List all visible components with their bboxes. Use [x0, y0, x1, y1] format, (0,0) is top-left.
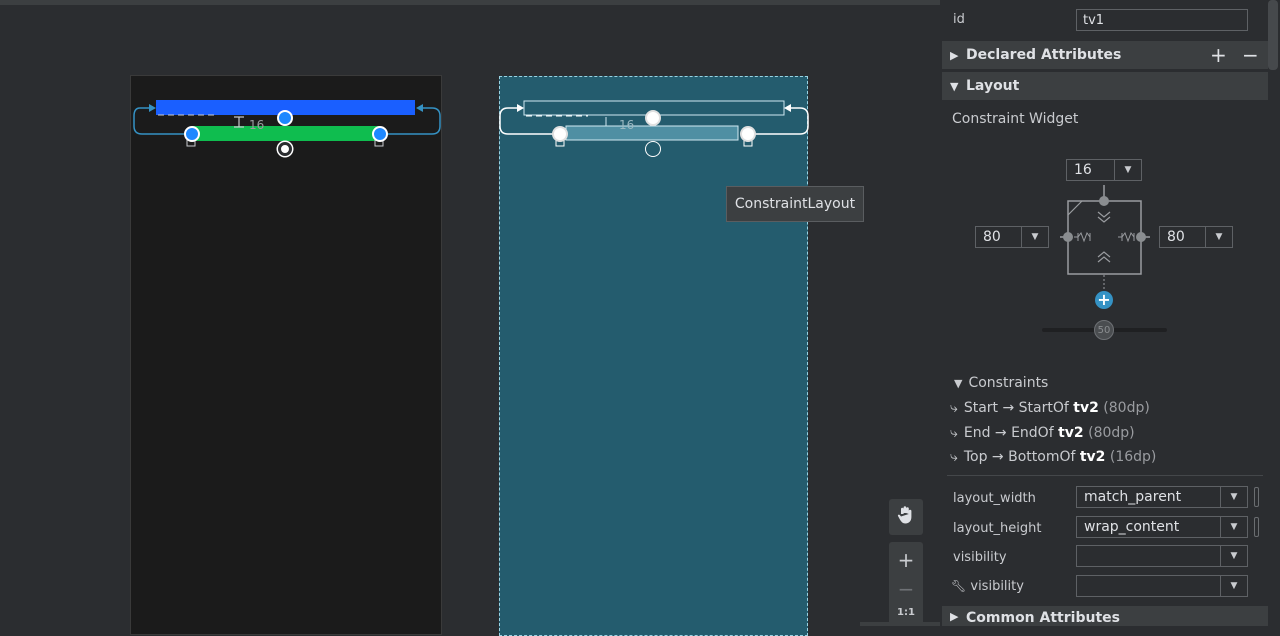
blueprint-margin-label: 16 — [619, 118, 635, 132]
hand-icon — [897, 505, 915, 529]
design-right-anchor-handle[interactable] — [372, 126, 388, 142]
layout-height-select[interactable]: wrap_content ▼ — [1076, 516, 1248, 538]
visibility-label: visibility — [953, 550, 1007, 565]
chevron-down-icon: ▼ — [1021, 227, 1048, 247]
zoom-out-button[interactable]: − — [898, 572, 915, 606]
zoom-in-button[interactable]: + — [898, 548, 915, 572]
zoom-controls: + − 1:1 — [889, 542, 923, 626]
constraint-link-icon: ⤷ — [950, 449, 958, 465]
common-attributes-title: Common Attributes — [966, 610, 1120, 626]
add-constraint-plus-icon[interactable]: + — [1095, 291, 1113, 309]
layout-width-label: layout_width — [953, 491, 1036, 506]
declared-attributes-title: Declared Attributes — [966, 47, 1122, 63]
add-attribute-button[interactable]: + — [1210, 43, 1227, 67]
id-input[interactable]: tv1 — [1076, 9, 1248, 31]
constraint-link-icon: ⤷ — [950, 400, 958, 416]
chevron-down-icon: ▼ — [1220, 546, 1247, 566]
expanded-triangle-icon: ▼ — [950, 79, 959, 93]
panel-scrollbar[interactable] — [1268, 0, 1278, 70]
design-bottom-anchor-handle[interactable] — [278, 142, 292, 156]
layout-section-header[interactable]: ▼ Layout — [942, 72, 1268, 100]
tools-visibility-label: 🔧︎ visibility — [951, 579, 1024, 594]
expanded-triangle-icon: ▼ — [954, 377, 963, 390]
design-widget-tv1 — [192, 126, 380, 141]
visibility-select[interactable]: ▼ — [1076, 545, 1248, 567]
design-margin-label: 16 — [249, 118, 265, 132]
layout-width-select[interactable]: match_parent ▼ — [1076, 486, 1248, 508]
constraint-item[interactable]: ⤷ Start → StartOf tv2 (80dp) — [950, 400, 1150, 416]
zoom-one-to-one-button[interactable]: 1:1 — [897, 606, 915, 620]
bias-slider-thumb[interactable]: 50 — [1094, 320, 1114, 340]
attributes-panel: id tv1 ▶ Declared Attributes + − ▼ Layou… — [942, 0, 1280, 626]
right-margin-select[interactable]: 80 ▼ — [1159, 226, 1233, 248]
chevron-down-icon: ▼ — [1220, 576, 1247, 596]
common-attributes-header[interactable]: ▶ Common Attributes — [942, 606, 1268, 626]
layout-section-title: Layout — [966, 78, 1020, 94]
tools-visibility-select[interactable]: ▼ — [1076, 575, 1248, 597]
chevron-down-icon: ▼ — [1205, 227, 1232, 247]
design-left-anchor-handle[interactable] — [184, 126, 200, 142]
divider — [947, 475, 1263, 476]
wrench-icon: 🔧︎ — [951, 579, 967, 593]
chevron-down-icon: ▼ — [1114, 160, 1141, 180]
constraint-item[interactable]: ⤷ Top → BottomOf tv2 (16dp) — [950, 449, 1156, 465]
layout-height-resource-button[interactable] — [1254, 517, 1259, 537]
layout-height-label: layout_height — [953, 521, 1042, 536]
blueprint-bottom-anchor-handle[interactable] — [645, 141, 661, 157]
design-top-anchor-handle[interactable] — [277, 110, 293, 126]
layout-width-resource-button[interactable] — [1254, 487, 1259, 507]
blueprint-right-anchor-handle[interactable] — [740, 126, 756, 142]
top-margin-select[interactable]: 16 ▼ — [1066, 159, 1142, 181]
tooltip: ConstraintLayout — [726, 186, 864, 222]
pan-tool-button[interactable] — [889, 499, 923, 535]
blueprint-top-anchor-handle[interactable] — [645, 110, 661, 126]
bottom-scrollbar[interactable] — [860, 622, 940, 626]
chevron-down-icon: ▼ — [1220, 517, 1247, 537]
remove-attribute-button[interactable]: − — [1242, 43, 1259, 67]
left-margin-select[interactable]: 80 ▼ — [975, 226, 1049, 248]
declared-attributes-header[interactable]: ▶ Declared Attributes + − — [942, 41, 1268, 69]
constraints-header[interactable]: ▼ Constraints — [954, 375, 1048, 391]
collapsed-triangle-icon: ▶ — [950, 48, 959, 62]
constraint-item[interactable]: ⤷ End → EndOf tv2 (80dp) — [950, 425, 1135, 441]
collapsed-triangle-icon: ▶ — [950, 610, 959, 623]
chevron-down-icon: ▼ — [1220, 487, 1247, 507]
constraint-link-icon: ⤷ — [950, 425, 958, 441]
blueprint-left-anchor-handle[interactable] — [552, 126, 568, 142]
constraint-widget-title: Constraint Widget — [952, 111, 1079, 127]
id-label: id — [953, 12, 965, 27]
